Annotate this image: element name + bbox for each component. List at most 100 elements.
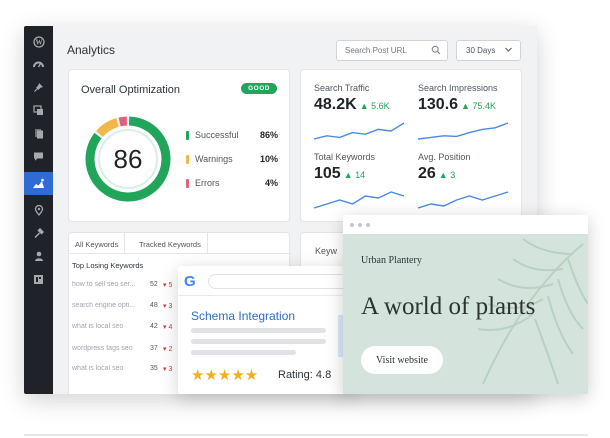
stat-value: 26 ▲ 3 [418,165,456,182]
window-dot [358,223,362,227]
legend-successful: Successful 86% [186,130,278,142]
table-row[interactable]: what is local seo 35 ▾ 3 [72,365,182,376]
pages-icon[interactable] [24,122,53,145]
table-row[interactable]: wordpress tags seo 37 ▾ 2 [72,345,182,356]
sparkline-path [314,122,404,140]
keyword-term: how to sell seo ser... [72,281,136,288]
stat-change: ▲ 5.6K [359,101,390,111]
sparkline-path [418,122,508,140]
google-logo: G [184,273,196,290]
stats-card: Search Traffic 48.2K ▲ 5.6K Search Impres… [300,69,522,222]
legend-pct: 4% [264,178,278,188]
settings-icon[interactable] [24,268,53,291]
stat-change: ▲ 14 [343,170,366,180]
media-icon[interactable] [24,99,53,122]
legend-warnings: Warnings 10% [186,154,278,166]
keyword-term: what is local seo [72,323,124,330]
date-range-select[interactable]: 30 Days [456,40,521,61]
stat-label: Search Impressions [418,83,498,93]
site-hero-heading: A world of plants [361,293,536,320]
keyword-change: ▾ 5 [163,282,173,289]
stat-change: ▲ 3 [438,170,456,180]
keyword-change: ▾ 3 [163,303,173,310]
legend-swatch [186,155,189,164]
stat-value: 105 ▲ 14 [314,165,366,182]
stat-label: Search Traffic [314,83,370,93]
keyword-position: 52 [150,281,158,288]
tools-icon[interactable] [24,222,53,245]
legend-label: Errors [195,178,220,188]
search-input[interactable]: Search Post URL [336,40,448,61]
legend-pct: 10% [259,154,278,164]
tab-all-keywords[interactable]: All Keywords [69,233,126,254]
location-icon[interactable] [24,199,53,222]
legend-errors: Errors 4% [186,178,278,190]
comments-icon[interactable] [24,145,53,168]
window-dot [350,223,354,227]
stat-search-impressions[interactable]: Search Impressions 130.6 ▲ 75.4K [418,83,518,143]
keywords-card-title: Keyw [315,246,338,256]
google-search-input[interactable] [208,274,353,289]
keyword-change: ▾ 4 [163,324,173,331]
stage: W Analytics Search Post URL 30 Days Over… [0,0,610,438]
window-dot [366,223,370,227]
tab-tracked-keywords[interactable]: Tracked Keywords [133,233,208,254]
sparkline-path [418,191,508,209]
user-icon[interactable] [24,245,53,268]
wordpress-icon[interactable]: W [24,30,53,53]
stat-total-keywords[interactable]: Total Keywords 105 ▲ 14 [314,152,414,212]
keyword-term: wordpress tags seo [72,345,133,352]
search-icon [431,45,441,57]
optimization-title: Overall Optimization [81,84,181,96]
rating-text: Rating: 4.8 [278,369,332,381]
sparkline-path [314,191,404,209]
search-placeholder: Search Post URL [345,46,407,55]
base-shadow [24,434,588,436]
page-title: Analytics [67,43,116,57]
table-row[interactable]: what is local seo 42 ▾ 4 [72,323,182,334]
stat-change: ▲ 75.4K [461,101,496,111]
site-brand: Urban Plantery [361,255,422,266]
keyword-change: ▾ 2 [163,346,173,353]
pin-icon[interactable] [24,76,53,99]
visit-website-button[interactable]: Visit website [361,346,443,374]
website-preview-card: Urban Plantery A world of plants Visit w… [343,215,588,394]
keyword-change: ▾ 3 [163,366,173,373]
result-snippet-line [191,339,326,344]
admin-sidebar: W [24,26,53,394]
google-search-bar: G [178,266,353,296]
legend-pct: 86% [259,130,278,140]
result-snippet-line [191,350,296,355]
stat-avg-position[interactable]: Avg. Position 26 ▲ 3 [418,152,518,212]
sparkline [418,191,508,209]
table-row[interactable]: how to sell seo ser... 52 ▾ 5 [72,281,182,292]
keyword-position: 37 [150,345,158,352]
keyword-position: 42 [150,323,158,330]
legend-swatch [186,131,189,140]
sparkline [418,122,508,140]
status-badge: GOOD [241,83,277,94]
legend-label: Successful [195,130,239,140]
chevron-down-icon [504,45,513,56]
dashboard-icon[interactable] [24,53,53,76]
legend-label: Warnings [195,154,233,164]
google-result-card: G Schema Integration ★★★★★ Rating: 4.8 [178,266,353,394]
rank-math-icon[interactable] [24,172,53,195]
keyword-position: 35 [150,365,158,372]
result-title[interactable]: Schema Integration [191,309,295,323]
stat-value: 48.2K ▲ 5.6K [314,96,390,113]
sparkline [314,122,404,140]
table-row[interactable]: search engine opti... 48 ▾ 3 [72,302,182,313]
keyword-term: what is local seo [72,365,124,372]
svg-text:W: W [35,38,42,46]
stat-search-traffic[interactable]: Search Traffic 48.2K ▲ 5.6K [314,83,414,143]
date-range-value: 30 Days [466,46,496,55]
stat-value: 130.6 ▲ 75.4K [418,96,496,113]
stat-label: Avg. Position [418,152,471,162]
keyword-position: 48 [150,302,158,309]
keyword-term: search engine opti... [72,302,136,309]
optimization-card: Overall Optimization GOOD 86 Successful … [68,69,290,222]
score-value: 86 [113,143,143,174]
stat-label: Total Keywords [314,152,376,162]
keywords-tabs: All Keywords Tracked Keywords [69,233,291,254]
